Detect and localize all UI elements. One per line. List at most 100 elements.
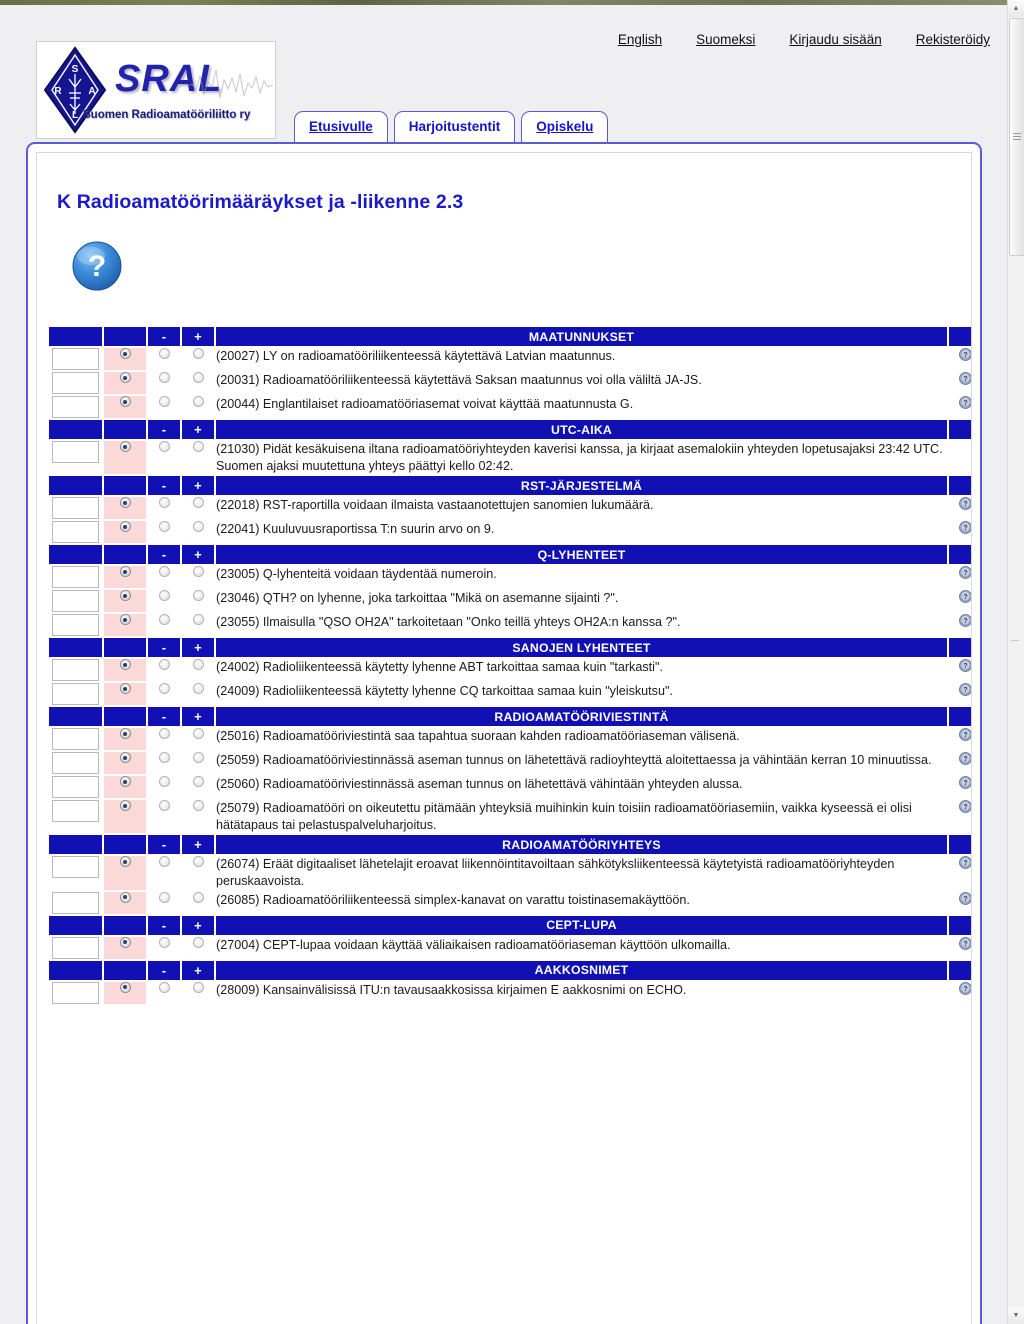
answer-input[interactable] (52, 590, 99, 613)
radio-blank[interactable] (119, 659, 131, 671)
answer-input[interactable] (52, 728, 99, 751)
question-mark-icon[interactable]: ? (958, 981, 971, 996)
answer-input[interactable] (52, 441, 99, 463)
radio-minus[interactable] (158, 497, 170, 509)
question-mark-icon[interactable]: ? (958, 497, 971, 511)
answer-input[interactable] (52, 752, 99, 775)
radio-plus[interactable] (192, 659, 204, 671)
question-mark-icon[interactable]: ? (958, 752, 971, 766)
question-mark-icon[interactable]: ? (958, 856, 971, 870)
answer-input[interactable] (52, 800, 99, 823)
radio-plus[interactable] (192, 396, 204, 407)
radio-plus[interactable] (192, 566, 204, 578)
radio-minus[interactable] (158, 441, 170, 452)
answer-input[interactable] (52, 566, 99, 589)
radio-blank[interactable] (119, 800, 131, 812)
nav-link-login[interactable]: Kirjaudu sisään (789, 32, 881, 47)
caret-up-icon[interactable]: ▲ (1008, 0, 1024, 17)
radio-blank[interactable] (119, 728, 131, 740)
radio-plus[interactable] (192, 800, 204, 812)
radio-blank[interactable] (119, 566, 131, 578)
answer-input[interactable] (52, 372, 99, 394)
radio-minus[interactable] (158, 566, 170, 578)
radio-blank[interactable] (119, 936, 131, 948)
radio-plus[interactable] (192, 752, 204, 764)
radio-minus[interactable] (158, 683, 170, 695)
answer-input[interactable] (52, 936, 99, 959)
question-mark-icon[interactable]: ? (958, 521, 971, 535)
tab-harjoitustentit[interactable]: Harjoitustentit (393, 111, 516, 142)
answer-input[interactable] (52, 981, 99, 1004)
question-mark-icon[interactable]: ? (958, 683, 971, 697)
question-mark-icon[interactable]: ? (958, 614, 971, 628)
answer-input[interactable] (52, 396, 99, 418)
tab-etusivulle[interactable]: Etusivulle (294, 111, 388, 142)
question-mark-icon[interactable]: ? (958, 372, 971, 386)
radio-minus[interactable] (158, 590, 170, 602)
radio-minus[interactable] (158, 891, 170, 903)
question-mark-icon[interactable]: ? (958, 566, 971, 580)
question-mark-icon[interactable]: ? (958, 396, 971, 410)
radio-plus[interactable] (192, 521, 204, 533)
radio-plus[interactable] (192, 776, 204, 788)
radio-blank[interactable] (119, 891, 131, 903)
radio-minus[interactable] (158, 659, 170, 671)
scrollbar-thumb[interactable] (1009, 18, 1024, 256)
radio-plus[interactable] (192, 372, 204, 383)
radio-minus[interactable] (158, 348, 170, 359)
radio-blank[interactable] (119, 348, 131, 359)
question-mark-icon[interactable]: ? (958, 800, 971, 814)
answer-input[interactable] (52, 521, 99, 544)
caret-down-icon[interactable]: ▼ (1008, 1307, 1024, 1324)
radio-minus[interactable] (158, 521, 170, 533)
radio-minus[interactable] (158, 800, 170, 812)
question-mark-icon[interactable]: ? (958, 891, 971, 906)
radio-plus[interactable] (192, 590, 204, 602)
radio-blank[interactable] (119, 441, 131, 452)
answer-input[interactable] (52, 614, 99, 637)
radio-blank[interactable] (119, 396, 131, 407)
radio-plus[interactable] (192, 441, 204, 452)
radio-plus[interactable] (192, 728, 204, 740)
radio-plus[interactable] (192, 683, 204, 695)
radio-blank[interactable] (119, 614, 131, 626)
radio-minus[interactable] (158, 614, 170, 626)
answer-input[interactable] (52, 856, 99, 879)
radio-plus[interactable] (192, 936, 204, 948)
answer-input[interactable] (52, 683, 99, 706)
radio-minus[interactable] (158, 981, 170, 993)
radio-blank[interactable] (119, 776, 131, 788)
question-mark-icon[interactable]: ? (958, 659, 971, 673)
question-mark-icon[interactable]: ? (958, 590, 971, 604)
nav-link-suomeksi[interactable]: Suomeksi (696, 32, 755, 47)
radio-blank[interactable] (119, 752, 131, 764)
radio-plus[interactable] (192, 856, 204, 868)
answer-input[interactable] (52, 348, 99, 370)
radio-minus[interactable] (158, 728, 170, 740)
radio-minus[interactable] (158, 936, 170, 948)
radio-minus[interactable] (158, 776, 170, 788)
radio-plus[interactable] (192, 614, 204, 626)
answer-input[interactable] (52, 776, 99, 799)
question-mark-icon[interactable]: ? (71, 240, 123, 292)
radio-blank[interactable] (119, 683, 131, 695)
radio-minus[interactable] (158, 396, 170, 407)
question-mark-icon[interactable]: ? (958, 348, 971, 362)
nav-link-register[interactable]: Rekisteröidy (916, 32, 990, 47)
vertical-scrollbar[interactable]: ▲ ▼ (1007, 0, 1024, 1324)
question-mark-icon[interactable]: ? (958, 776, 971, 790)
radio-blank[interactable] (119, 521, 131, 533)
radio-plus[interactable] (192, 348, 204, 359)
radio-blank[interactable] (119, 856, 131, 868)
radio-blank[interactable] (119, 497, 131, 509)
radio-blank[interactable] (119, 981, 131, 993)
question-mark-icon[interactable]: ? (958, 936, 971, 951)
radio-plus[interactable] (192, 497, 204, 509)
radio-plus[interactable] (192, 891, 204, 903)
tab-opiskelu[interactable]: Opiskelu (521, 111, 609, 142)
radio-blank[interactable] (119, 372, 131, 383)
answer-input[interactable] (52, 891, 99, 914)
radio-blank[interactable] (119, 590, 131, 602)
answer-input[interactable] (52, 497, 99, 520)
radio-plus[interactable] (192, 981, 204, 993)
